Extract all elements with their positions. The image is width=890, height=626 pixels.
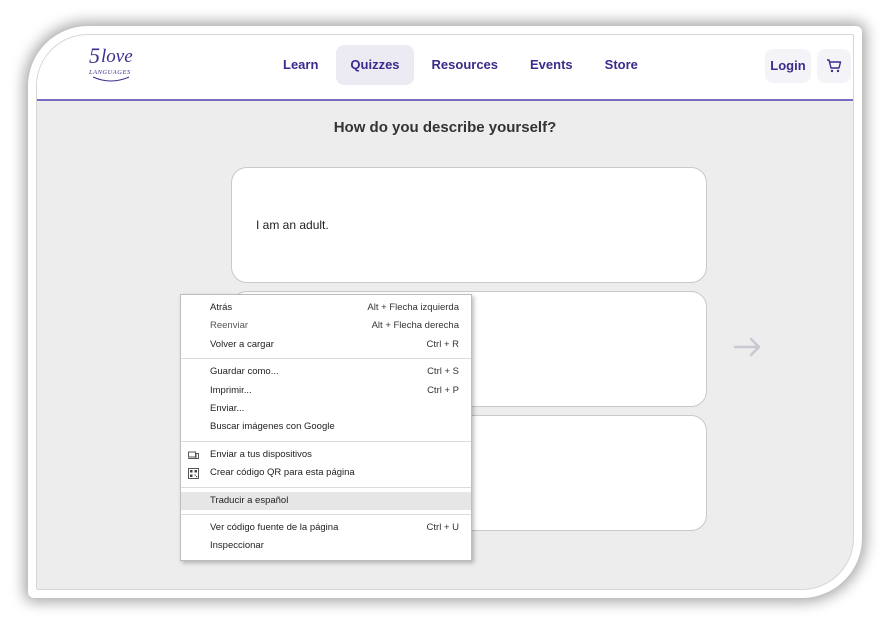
menu-separator — [181, 440, 471, 442]
menu-item-shortcut: Alt + Flecha derecha — [371, 320, 459, 332]
menu-item-label: Enviar... — [210, 402, 245, 414]
context-menu: Atrás Alt + Flecha izquierda Reenviar Al… — [180, 294, 472, 561]
next-arrow-icon[interactable] — [733, 337, 763, 357]
menu-item-save-as[interactable]: Guardar como... Ctrl + S — [181, 363, 471, 381]
logo-number: 5 — [89, 43, 100, 68]
menu-item-send-to-devices[interactable]: Enviar a tus dispositivos — [181, 446, 471, 464]
menu-item-label: Atrás — [210, 302, 233, 313]
nav-resources[interactable]: Resources — [418, 45, 512, 85]
menu-item-shortcut: Ctrl + P — [427, 384, 459, 396]
menu-item-label: Ver código fuente de la página — [210, 521, 339, 533]
quiz-question: How do you describe yourself? — [333, 119, 557, 136]
menu-item-inspect[interactable]: Inspeccionar — [181, 537, 471, 555]
menu-item-label: Inspeccionar — [210, 540, 264, 552]
menu-item-shortcut: Ctrl + S — [427, 366, 459, 378]
menu-item-label: Buscar imágenes con Google — [210, 421, 335, 433]
menu-item-shortcut: Ctrl + R — [426, 338, 459, 350]
menu-item-back[interactable]: Atrás Alt + Flecha izquierda — [181, 299, 471, 317]
answer-option-1-label: I am an adult. — [256, 218, 329, 232]
menu-item-view-source[interactable]: Ver código fuente de la página Ctrl + U — [181, 519, 471, 537]
login-button[interactable]: Login — [765, 49, 811, 83]
menu-item-label: Volver a cargar — [210, 338, 274, 350]
menu-item-label: Reenviar — [210, 320, 249, 332]
devices-icon — [188, 451, 199, 459]
menu-item-send[interactable]: Enviar... — [181, 400, 471, 418]
menu-item-label: Guardar como... — [210, 366, 279, 378]
site-header: 5 love LANGUAGES Learn Quizzes Resources… — [37, 35, 853, 101]
menu-separator — [181, 513, 471, 515]
cart-icon — [827, 59, 842, 73]
logo-swoosh-icon — [92, 76, 130, 82]
menu-item-forward[interactable]: Reenviar Alt + Flecha derecha — [181, 317, 471, 335]
menu-item-label: Imprimir... — [210, 384, 252, 396]
menu-item-search-images[interactable]: Buscar imágenes con Google — [181, 418, 471, 436]
menu-item-reload[interactable]: Volver a cargar Ctrl + R — [181, 336, 471, 354]
logo-word: love — [101, 46, 133, 67]
nav-events[interactable]: Events — [516, 45, 587, 85]
menu-separator — [181, 486, 471, 488]
menu-item-label: Crear código QR para esta página — [210, 467, 355, 479]
answer-option-1[interactable]: I am an adult. — [231, 167, 707, 283]
menu-item-label: Traducir a español — [210, 494, 289, 506]
nav-learn[interactable]: Learn — [269, 45, 332, 85]
cart-button[interactable] — [817, 49, 851, 83]
browser-frame: 5 love LANGUAGES Learn Quizzes Resources… — [28, 26, 862, 598]
menu-item-shortcut: Ctrl + U — [426, 521, 459, 533]
nav-quizzes[interactable]: Quizzes — [336, 45, 414, 85]
page-viewport: 5 love LANGUAGES Learn Quizzes Resources… — [36, 34, 854, 590]
menu-separator — [181, 358, 471, 360]
menu-item-label: Enviar a tus dispositivos — [210, 448, 312, 460]
nav-store[interactable]: Store — [591, 45, 652, 85]
menu-item-shortcut: Alt + Flecha izquierda — [367, 302, 459, 313]
menu-item-print[interactable]: Imprimir... Ctrl + P — [181, 382, 471, 400]
menu-item-translate[interactable]: Traducir a español — [181, 491, 471, 510]
menu-item-qr-code[interactable]: Crear código QR para esta página — [181, 464, 471, 482]
five-love-languages-logo[interactable]: 5 love LANGUAGES — [89, 45, 137, 87]
main-nav: Learn Quizzes Resources Events Store — [269, 45, 656, 85]
qr-code-icon — [188, 468, 199, 480]
